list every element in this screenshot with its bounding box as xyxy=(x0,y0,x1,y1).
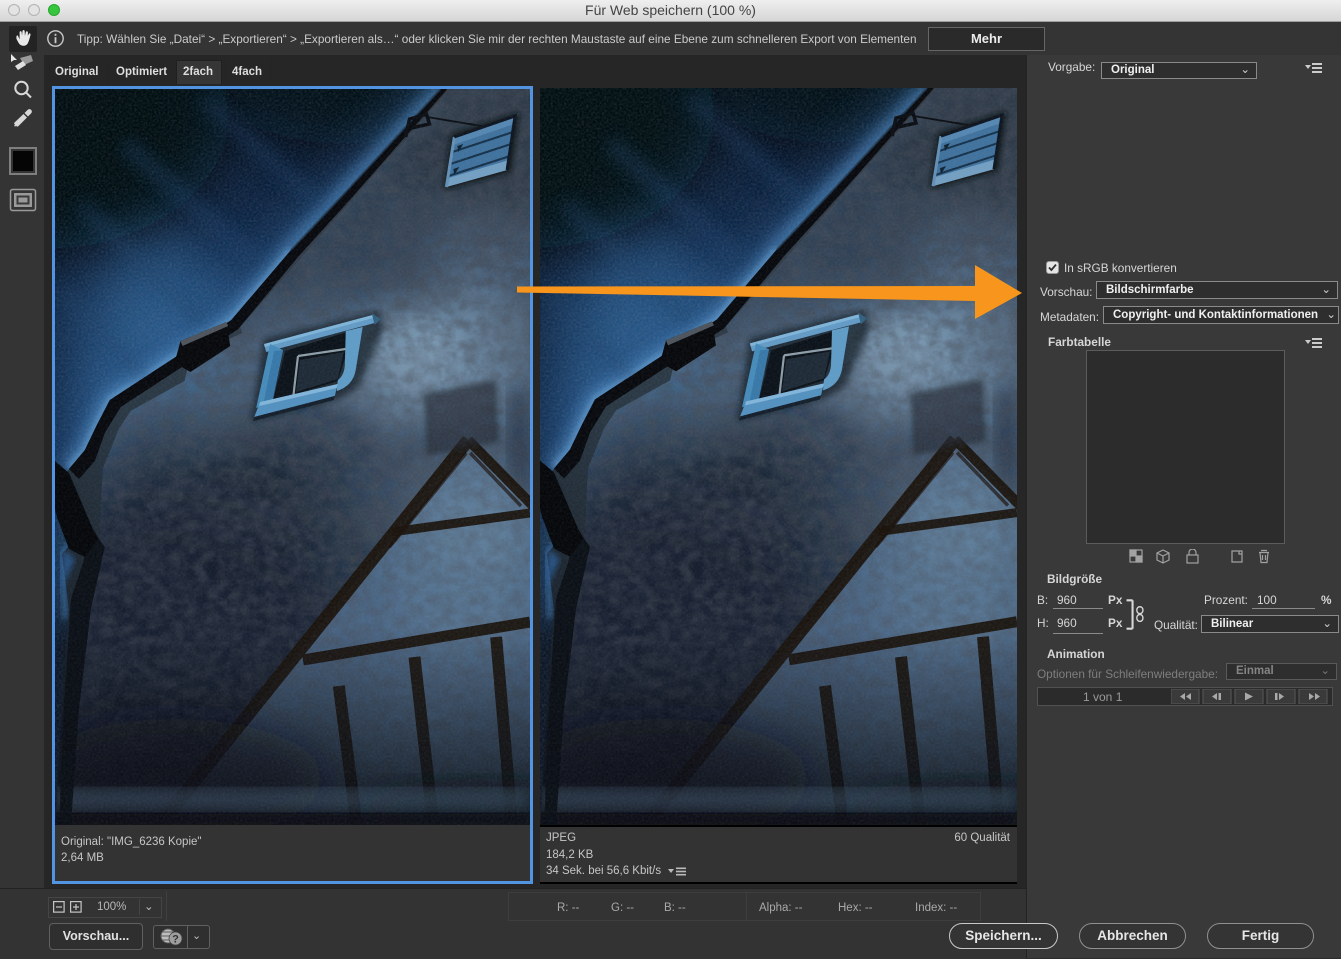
svg-text:?: ? xyxy=(172,934,179,946)
